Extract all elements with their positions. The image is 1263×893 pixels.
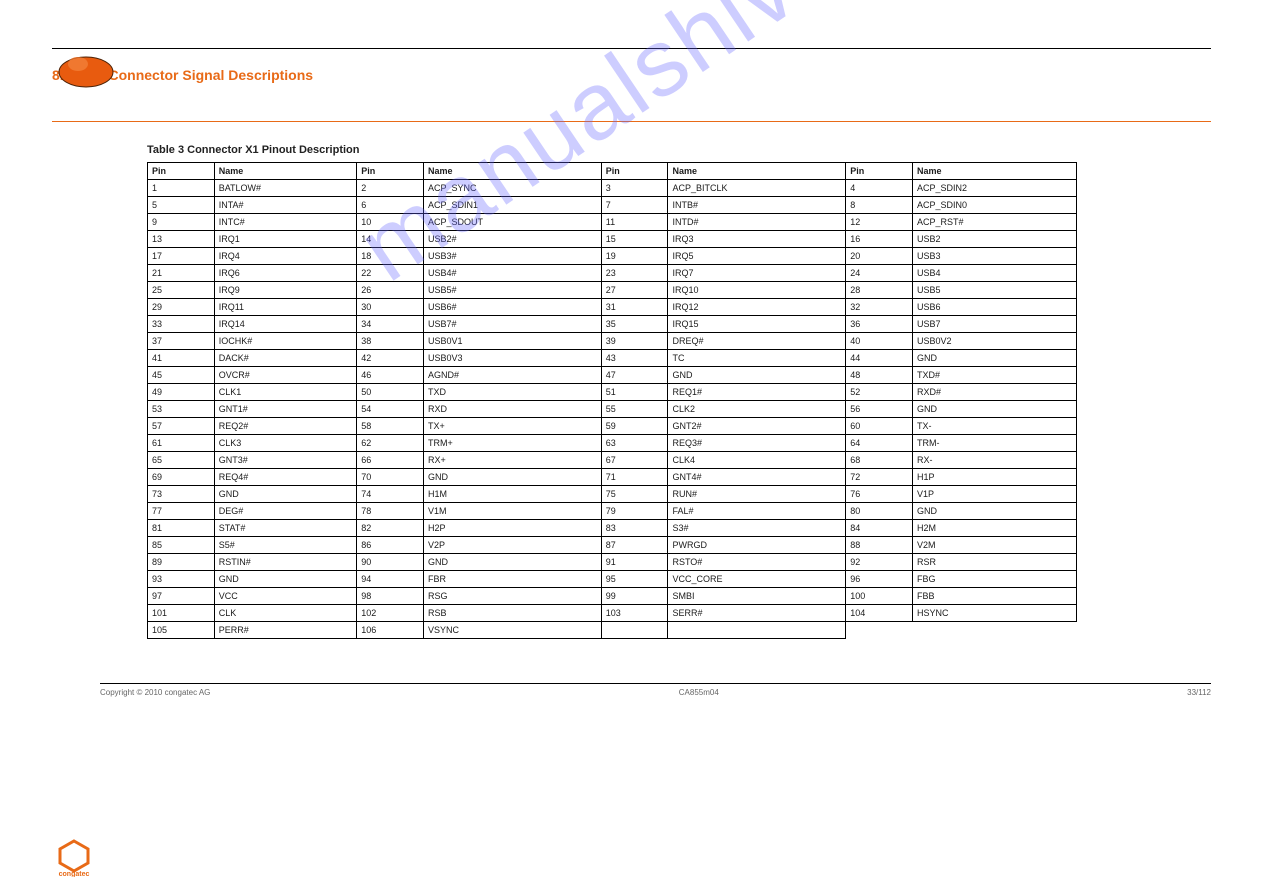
congatec-logo: congatec xyxy=(54,839,94,877)
col-header: Pin xyxy=(846,163,913,180)
table-row: 49CLK150TXD51REQ1#52RXD# xyxy=(148,384,1077,401)
table-row: 69REQ4#70GND71GNT4#72H1P xyxy=(148,469,1077,486)
table-row: 53GNT1#54RXD55CLK256GND xyxy=(148,401,1077,418)
table-row: 85S5#86V2P87PWRGD88V2M xyxy=(148,537,1077,554)
col-header: Name xyxy=(424,163,602,180)
table-row: 81STAT#82H2P83S3#84H2M xyxy=(148,520,1077,537)
table-row: 57REQ2#58TX+59GNT2#60TX- xyxy=(148,418,1077,435)
col-header: Pin xyxy=(357,163,424,180)
footer-docid: CA855m04 xyxy=(679,688,719,697)
svg-text:congatec: congatec xyxy=(59,871,90,877)
table-row: 101CLK102RSB103SERR#104HSYNC xyxy=(148,605,1077,622)
col-header: Name xyxy=(214,163,357,180)
section-title: X1 Connector Signal Descriptions xyxy=(87,67,313,83)
mouse-icon xyxy=(56,50,118,92)
section-rule xyxy=(52,121,1211,122)
footer-pagenum: 33/112 xyxy=(1187,688,1211,697)
page-footer: Copyright © 2010 congatec AG CA855m04 33… xyxy=(100,683,1211,697)
table-row: 65GNT3#66RX+67CLK468RX- xyxy=(148,452,1077,469)
table-row: 105PERR#106VSYNC xyxy=(148,622,1077,639)
table-row: 45OVCR#46AGND#47GND48TXD# xyxy=(148,367,1077,384)
table-row: 29IRQ1130USB6#31IRQ1232USB6 xyxy=(148,299,1077,316)
table-row: 97VCC98RSG99SMBI100FBB xyxy=(148,588,1077,605)
table-row: 77DEG#78V1M79FAL#80GND xyxy=(148,503,1077,520)
table-row: 73GND74H1M75RUN#76V1P xyxy=(148,486,1077,503)
table-row: 17IRQ418USB3#19IRQ520USB3 xyxy=(148,248,1077,265)
table-row: 33IRQ1434USB7#35IRQ1536USB7 xyxy=(148,316,1077,333)
table-title: Table 3 Connector X1 Pinout Description xyxy=(147,144,1211,156)
table-row: 25IRQ926USB5#27IRQ1028USB5 xyxy=(148,282,1077,299)
table-row: 93GND94FBR95VCC_CORE96FBG xyxy=(148,571,1077,588)
header-rule xyxy=(52,48,1211,49)
pinout-table: PinNamePinNamePinNamePinName 1BATLOW#2AC… xyxy=(147,162,1077,639)
table-row: 41DACK#42USB0V343TC44GND xyxy=(148,350,1077,367)
table-row: 37IOCHK#38USB0V139DREQ#40USB0V2 xyxy=(148,333,1077,350)
table-row: 1BATLOW#2ACP_SYNC3ACP_BITCLK4ACP_SDIN2 xyxy=(148,180,1077,197)
col-header: Name xyxy=(668,163,846,180)
col-header: Pin xyxy=(148,163,215,180)
col-header: Pin xyxy=(601,163,668,180)
table-row: 13IRQ114USB2#15IRQ316USB2 xyxy=(148,231,1077,248)
table-row: 5INTA#6ACP_SDIN17INTB#8ACP_SDIN0 xyxy=(148,197,1077,214)
table-row: 21IRQ622USB4#23IRQ724USB4 xyxy=(148,265,1077,282)
footer-copyright: Copyright © 2010 congatec AG xyxy=(100,688,210,697)
col-header: Name xyxy=(912,163,1076,180)
table-row: 89RSTIN#90GND91RSTO#92RSR xyxy=(148,554,1077,571)
table-row: 9INTC#10ACP_SDOUT11INTD#12ACP_RST# xyxy=(148,214,1077,231)
table-row: 61CLK362TRM+63REQ3#64TRM- xyxy=(148,435,1077,452)
